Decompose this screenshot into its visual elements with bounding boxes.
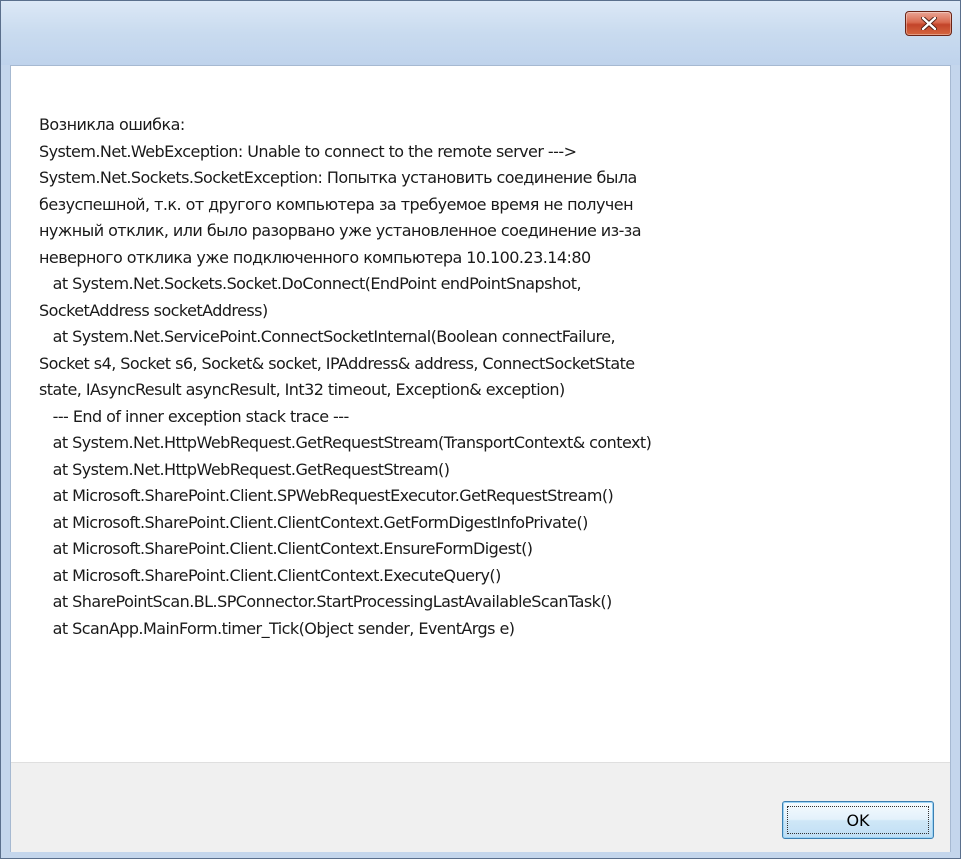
message-line: at System.Net.HttpWebRequest.GetRequestS… — [39, 433, 652, 452]
message-line: at System.Net.Sockets.Socket.DoConnect(E… — [39, 274, 582, 293]
message-line: System.Net.WebException: Unable to conne… — [39, 141, 577, 161]
message-line: at Microsoft.SharePoint.Client.SPWebRequ… — [39, 486, 614, 505]
button-panel: OK — [11, 762, 950, 852]
message-line: at System.Net.HttpWebRequest.GetRequestS… — [39, 459, 450, 479]
message-line: безуспешной, т.к. от другого компьютера … — [39, 194, 634, 214]
close-icon — [921, 17, 937, 30]
message-line: at Microsoft.SharePoint.Client.ClientCon… — [39, 539, 533, 558]
message-line: at Microsoft.SharePoint.Client.ClientCon… — [39, 512, 589, 532]
message-line: SocketAddress socketAddress) — [39, 300, 268, 320]
title-bar[interactable] — [1, 1, 960, 65]
message-line: Socket s4, Socket s6, Socket& socket, IP… — [39, 353, 635, 373]
message-line: at SharePointScan.BL.SPConnector.StartPr… — [39, 592, 613, 611]
message-line: at System.Net.ServicePoint.ConnectSocket… — [39, 327, 616, 346]
message-line: at Microsoft.SharePoint.Client.ClientCon… — [39, 565, 502, 585]
message-line: state, IAsyncResult asyncResult, Int32 t… — [39, 380, 565, 399]
error-message: Возникла ошибка: System.Net.WebException… — [39, 112, 939, 642]
message-line: Возникла ошибка: — [39, 115, 185, 134]
message-line: System.Net.Sockets.SocketException: Попы… — [39, 168, 637, 187]
message-line: неверного отклика уже подключенного комп… — [39, 247, 591, 267]
message-line: нужный отклик, или было разорвано уже ус… — [39, 221, 642, 240]
dialog-content: Возникла ошибка: System.Net.WebException… — [10, 65, 951, 852]
message-line: at ScanApp.MainForm.timer_Tick(Object se… — [39, 618, 515, 638]
ok-button[interactable]: OK — [782, 801, 934, 839]
ok-button-label: OK — [846, 810, 870, 830]
message-line: --- End of inner exception stack trace -… — [39, 406, 350, 426]
close-button[interactable] — [905, 11, 952, 36]
dialog-window: Возникла ошибка: System.Net.WebException… — [0, 0, 961, 859]
